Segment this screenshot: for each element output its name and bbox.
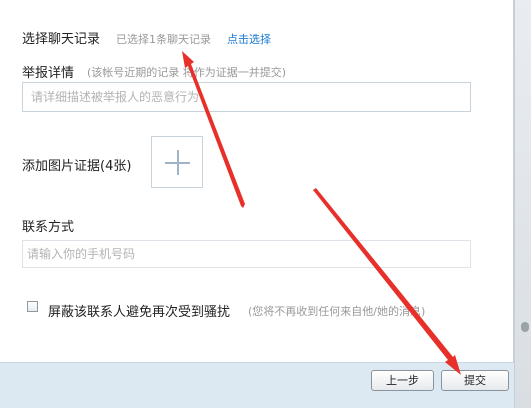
screen: 选择聊天记录 已选择1条聊天记录 点击选择 举报详情 (该帐号近期的记录 将作为… (0, 0, 531, 408)
detail-label: 举报详情 (22, 66, 75, 81)
window-edge-line (514, 0, 515, 408)
block-contact-checkbox[interactable] (27, 301, 38, 312)
detail-input[interactable] (22, 82, 471, 112)
click-select-link[interactable]: 点击选择 (227, 31, 271, 47)
detail-hint: (该帐号近期的记录 将作为证据一并提交) (87, 66, 287, 79)
dialog-footer (0, 362, 514, 408)
image-evidence-label: 添加图片证据(4张) (22, 159, 132, 174)
previous-step-button[interactable]: 上一步 (371, 370, 434, 391)
block-contact-hint: (您将不再收到任何来自他/她的消息) (248, 305, 426, 318)
background-window-edge (514, 0, 531, 408)
phone-input[interactable] (22, 240, 471, 268)
contact-label: 联系方式 (22, 220, 75, 235)
scroll-thumb[interactable] (521, 322, 529, 332)
submit-button[interactable]: 提交 (441, 370, 509, 391)
report-dialog: 选择聊天记录 已选择1条聊天记录 点击选择 举报详情 (该帐号近期的记录 将作为… (0, 0, 514, 408)
selected-status: 已选择1条聊天记录 (116, 33, 211, 46)
add-image-button[interactable] (151, 136, 203, 188)
section-title: 选择聊天记录 (22, 32, 101, 47)
block-contact-label[interactable]: 屏蔽该联系人避免再次受到骚扰 (48, 301, 230, 320)
